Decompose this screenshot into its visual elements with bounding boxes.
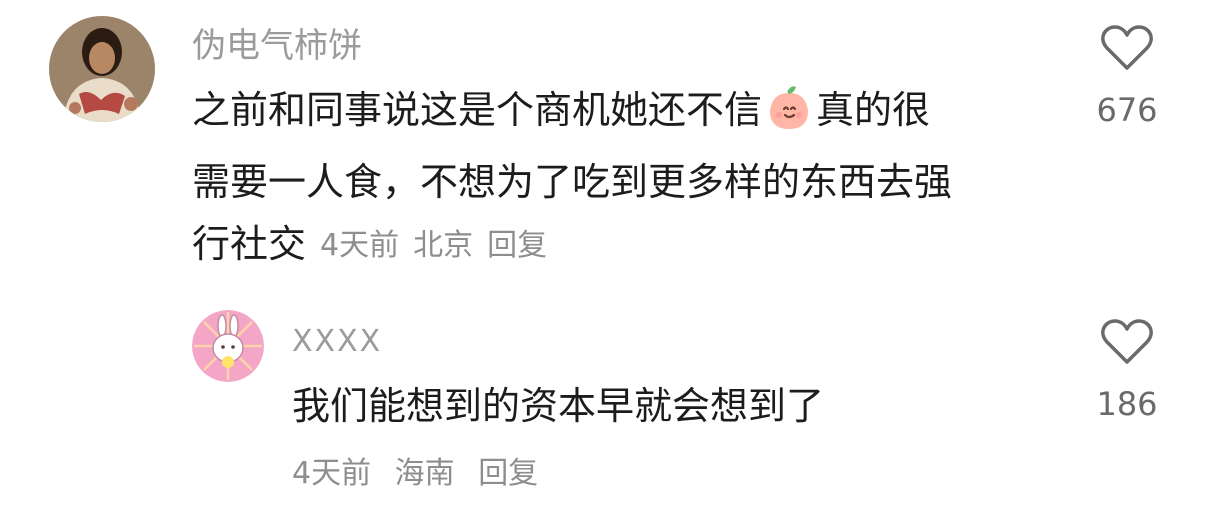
reply-username[interactable]: XXXX <box>292 322 382 362</box>
like-heart-icon[interactable] <box>1100 318 1154 366</box>
reply-avatar[interactable] <box>192 310 264 382</box>
reply-button[interactable]: 回复 <box>487 228 547 263</box>
avatar[interactable] <box>49 16 155 122</box>
comment-location: 北京 <box>413 228 474 263</box>
comment-line-3: 行社交 4天前 北京 回复 <box>192 208 561 282</box>
reply-text: 我们能想到的资本早就会想到了 <box>292 384 825 428</box>
comment-line-1: 之前和同事说这是个商机她还不信 真的很 <box>192 74 930 146</box>
reply-meta: 4天前 海南 回复 <box>292 454 552 494</box>
comment-text-part: 之前和同事说这是个商机她还不信 <box>192 88 763 132</box>
like-heart-icon[interactable] <box>1100 24 1154 72</box>
reply-button[interactable]: 回复 <box>478 456 538 491</box>
comment-text-part: 行社交 <box>192 222 307 266</box>
comment-text-part: 真的很 <box>816 88 931 132</box>
reply-location: 海南 <box>394 456 455 491</box>
reply-like-count: 186 <box>1096 385 1158 423</box>
comment-time: 4天前 <box>320 228 400 263</box>
username[interactable]: 伪电气柿饼 <box>192 26 362 66</box>
peach-smile-emoji-icon <box>766 82 812 129</box>
comment-meta: 4天前 北京 回复 <box>320 210 561 282</box>
like-count: 676 <box>1096 91 1158 129</box>
reply-time: 4天前 <box>292 456 372 491</box>
